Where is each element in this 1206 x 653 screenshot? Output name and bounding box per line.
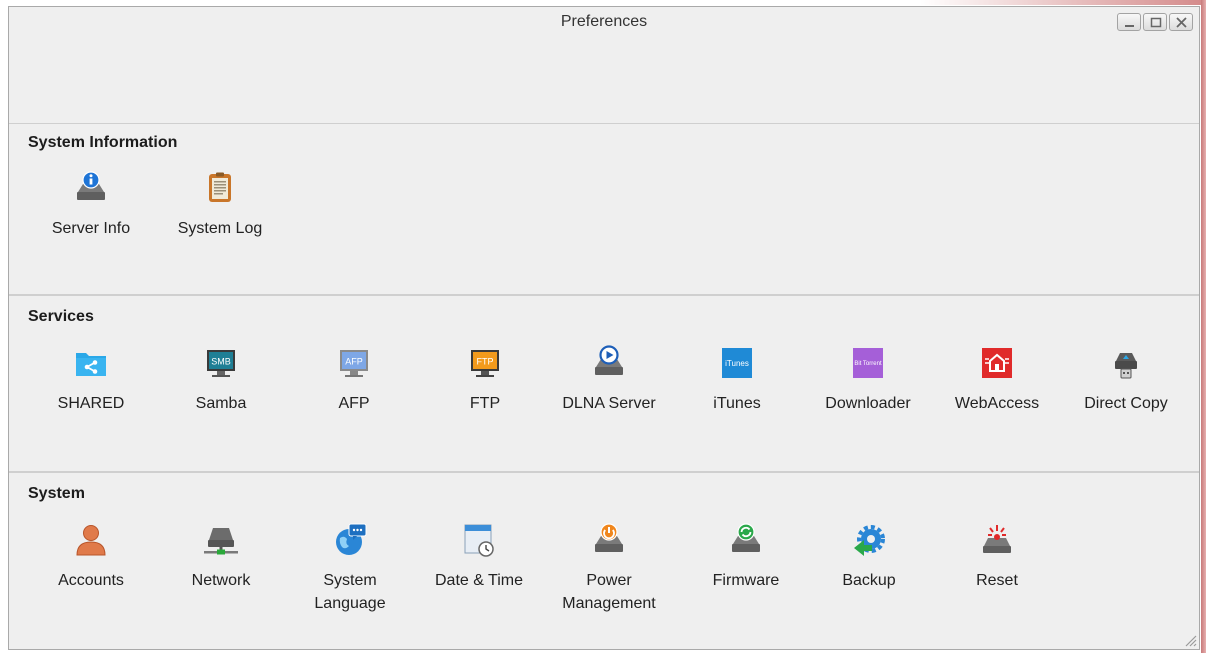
network-item[interactable]: Network xyxy=(161,522,281,592)
item-label: Firmware xyxy=(712,572,780,589)
shared-folder-icon xyxy=(76,353,106,376)
backup-icon xyxy=(854,525,885,556)
system-section: System Accounts Network System Language … xyxy=(9,475,1199,651)
section-title-system-information: System Information xyxy=(28,134,178,151)
close-icon xyxy=(1176,17,1187,28)
samba-icon-text: SMB xyxy=(211,357,231,367)
downloader-icon-text: Bit Torrent xyxy=(854,361,882,367)
item-label: Backup xyxy=(842,572,896,589)
dlna-server-icon xyxy=(595,345,623,375)
accounts-icon xyxy=(76,525,106,556)
minimize-icon xyxy=(1125,25,1134,27)
afp-icon-text: AFP xyxy=(345,357,363,367)
shared-item[interactable]: SHARED xyxy=(31,345,151,415)
section-title-services: Services xyxy=(28,308,94,325)
item-label: Direct Copy xyxy=(1084,395,1168,412)
backup-item[interactable]: Backup xyxy=(809,522,929,592)
window-title: Preferences xyxy=(560,13,648,30)
date-time-item[interactable]: Date & Time xyxy=(419,522,539,592)
ftp-item[interactable]: FTP FTP xyxy=(425,345,545,415)
afp-icon: AFP xyxy=(340,350,368,377)
window-controls xyxy=(1117,13,1193,31)
item-label: System Language xyxy=(314,572,386,612)
item-label: Network xyxy=(191,572,251,589)
item-label: WebAccess xyxy=(954,395,1040,412)
item-label: iTunes xyxy=(713,395,761,412)
item-label: Reset xyxy=(976,572,1018,589)
samba-item[interactable]: SMB Samba xyxy=(161,345,281,415)
item-label: Accounts xyxy=(58,572,124,589)
itunes-icon-text: iTunes xyxy=(725,359,749,368)
window-shadow-top xyxy=(920,0,1206,5)
server-info-item[interactable]: Server Info xyxy=(31,170,151,240)
item-label: Power Management xyxy=(562,572,656,612)
window-shadow-right xyxy=(1201,0,1206,653)
webaccess-icon xyxy=(982,348,1012,378)
samba-icon: SMB xyxy=(207,350,235,377)
dlna-server-item[interactable]: DLNA Server xyxy=(549,345,669,415)
item-label: FTP xyxy=(469,395,501,412)
item-label: Server Info xyxy=(51,220,131,237)
close-button[interactable] xyxy=(1169,13,1193,31)
downloader-item[interactable]: Bit Torrent Downloader xyxy=(808,345,928,415)
maximize-button[interactable] xyxy=(1143,13,1167,31)
system-log-item[interactable]: System Log xyxy=(160,170,280,240)
maximize-icon xyxy=(1150,17,1162,28)
accounts-item[interactable]: Accounts xyxy=(31,522,151,592)
system-log-icon xyxy=(209,172,231,202)
section-title-system: System xyxy=(28,485,85,502)
item-label: SHARED xyxy=(57,395,125,412)
itunes-item[interactable]: iTunes iTunes xyxy=(677,345,797,415)
power-management-icon xyxy=(595,523,623,552)
itunes-icon: iTunes xyxy=(722,348,752,378)
services-section: Services SHARED SMB Samba AFP AFP FTP FT… xyxy=(9,298,1199,473)
system-language-item[interactable]: System Language xyxy=(290,522,410,615)
system-information-section: System Information Server Info System Lo… xyxy=(9,124,1199,296)
server-info-icon xyxy=(77,171,105,200)
downloader-icon: Bit Torrent xyxy=(853,348,883,378)
afp-item[interactable]: AFP AFP xyxy=(294,345,414,415)
preferences-window: Preferences System Information Server In… xyxy=(8,6,1200,650)
ftp-icon-text: FTP xyxy=(477,357,494,367)
direct-copy-icon xyxy=(1115,353,1137,379)
ftp-icon: FTP xyxy=(471,350,499,377)
item-label: DLNA Server xyxy=(562,395,656,412)
firmware-item[interactable]: Firmware xyxy=(686,522,806,592)
reset-icon xyxy=(983,525,1011,553)
item-label: Date & Time xyxy=(434,572,524,589)
minimize-button[interactable] xyxy=(1117,13,1141,31)
item-label: Downloader xyxy=(825,395,911,412)
power-management-item[interactable]: Power Management xyxy=(549,522,669,615)
network-icon xyxy=(204,528,238,555)
item-label: Samba xyxy=(195,395,247,412)
resize-grip-icon[interactable] xyxy=(1183,633,1197,647)
reset-item[interactable]: Reset xyxy=(937,522,1057,592)
webaccess-item[interactable]: WebAccess xyxy=(937,345,1057,415)
item-label: AFP xyxy=(338,395,370,412)
item-label: System Log xyxy=(177,220,263,237)
direct-copy-item[interactable]: Direct Copy xyxy=(1066,345,1186,415)
title-bar[interactable]: Preferences xyxy=(9,7,1199,124)
date-time-icon xyxy=(464,524,494,557)
system-language-icon xyxy=(336,523,367,555)
firmware-icon xyxy=(732,523,760,552)
